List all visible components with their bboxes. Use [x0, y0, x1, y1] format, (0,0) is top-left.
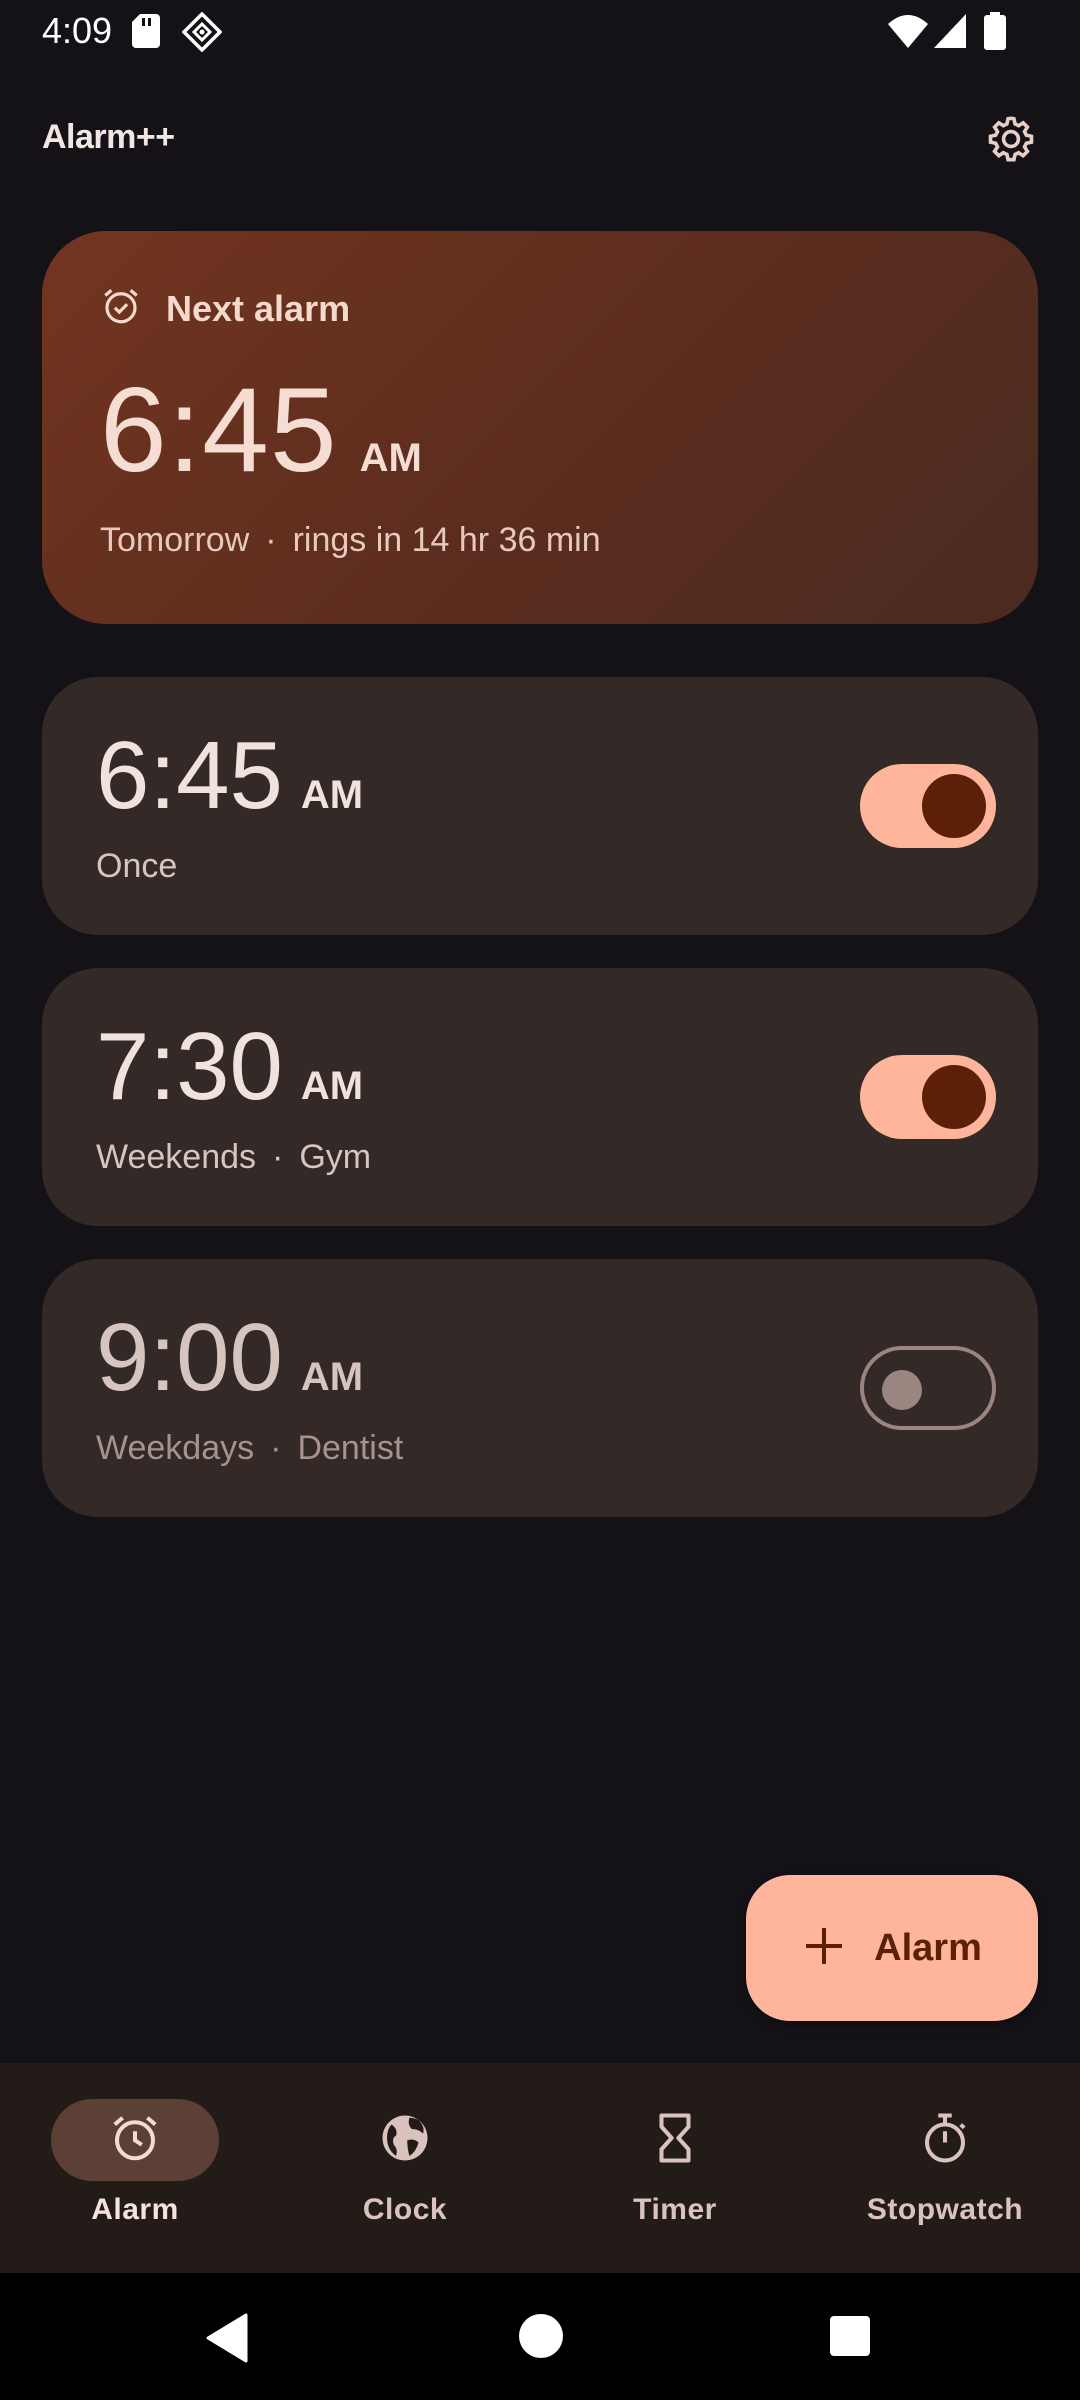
- next-alarm-time: 6:45 AM: [100, 361, 422, 499]
- next-alarm-rings-in: rings in 14 hr 36 min: [292, 521, 601, 559]
- nav-icon-container: [591, 2099, 759, 2181]
- settings-button[interactable]: [976, 106, 1046, 176]
- home-icon[interactable]: [518, 2313, 564, 2364]
- alarm-ampm: AM: [300, 1064, 364, 1108]
- stopwatch-icon: [918, 2111, 972, 2170]
- alarm-check-icon: [100, 285, 142, 332]
- nav-icon-container: [51, 2099, 219, 2181]
- alarm-time-value: 6:45: [96, 722, 283, 829]
- alarm-subtitle: Weekends · Gym: [96, 1138, 371, 1177]
- alarm-time: 9:00 AM: [96, 1303, 363, 1413]
- app-bar: Alarm++: [0, 100, 1080, 180]
- sd-card-icon: [132, 14, 160, 53]
- diamond-app-icon: [181, 11, 223, 57]
- separator-dot: ·: [265, 521, 277, 559]
- next-alarm-subtitle: Tomorrow · rings in 14 hr 36 min: [100, 521, 601, 560]
- next-alarm-header: Next alarm: [100, 285, 350, 332]
- recents-icon[interactable]: [829, 2315, 871, 2362]
- hourglass-icon: [648, 2111, 702, 2170]
- alarm-time: 6:45 AM: [96, 721, 363, 831]
- next-alarm-time-value: 6:45: [100, 363, 338, 497]
- plus-icon: [802, 1924, 846, 1973]
- add-alarm-label: Alarm: [874, 1926, 982, 1969]
- next-alarm-label: Next alarm: [166, 287, 351, 329]
- next-alarm-day: Tomorrow: [100, 521, 250, 559]
- alarm-repeat: Weekdays: [96, 1429, 255, 1467]
- system-navigation-bar: [0, 2273, 1080, 2400]
- alarm-label: Dentist: [297, 1429, 404, 1467]
- alarm-time: 7:30 AM: [96, 1012, 363, 1122]
- alarm-repeat: Weekends: [96, 1138, 257, 1176]
- status-time: 4:09: [42, 10, 113, 51]
- toggle-knob: [922, 774, 986, 838]
- nav-label: Timer: [633, 2193, 717, 2226]
- alarm-card[interactable]: 7:30 AM Weekends · Gym: [42, 968, 1038, 1226]
- separator-dot: ·: [270, 1429, 282, 1467]
- alarm-ampm: AM: [300, 773, 364, 817]
- signal-icon: [934, 14, 966, 53]
- alarm-time-value: 7:30: [96, 1013, 283, 1120]
- nav-icon-container: [861, 2099, 1029, 2181]
- alarm-repeat: Once: [96, 847, 178, 885]
- next-alarm-ampm: AM: [359, 436, 422, 480]
- next-alarm-card[interactable]: Next alarm 6:45 AM Tomorrow · rings in 14 …: [42, 231, 1038, 624]
- alarm-time-value: 9:00: [96, 1304, 283, 1411]
- separator-dot: ·: [272, 1138, 284, 1176]
- alarm-toggle[interactable]: [860, 1346, 996, 1430]
- alarm-label: Gym: [299, 1138, 372, 1176]
- alarm-clock-icon: [108, 2111, 162, 2170]
- nav-item-stopwatch[interactable]: Stopwatch: [810, 2099, 1080, 2227]
- alarm-subtitle: Weekdays · Dentist: [96, 1429, 403, 1468]
- alarm-card[interactable]: 9:00 AM Weekdays · Dentist: [42, 1259, 1038, 1517]
- alarm-card[interactable]: 6:45 AM Once: [42, 677, 1038, 935]
- add-alarm-button[interactable]: Alarm: [746, 1875, 1038, 2021]
- wifi-icon: [888, 14, 928, 53]
- nav-item-timer[interactable]: Timer: [540, 2099, 810, 2227]
- globe-icon: [378, 2111, 432, 2170]
- nav-label: Alarm: [91, 2193, 179, 2226]
- bottom-navigation: Alarm Clock Timer Stopwatch: [0, 2063, 1080, 2273]
- alarm-ampm: AM: [300, 1355, 364, 1399]
- alarm-toggle[interactable]: [860, 1055, 996, 1139]
- status-bar: 4:09: [0, 0, 1080, 64]
- nav-label: Stopwatch: [866, 2193, 1024, 2226]
- toggle-knob: [882, 1370, 922, 1410]
- nav-label: Clock: [362, 2193, 448, 2226]
- nav-icon-container: [321, 2099, 489, 2181]
- toggle-knob: [922, 1065, 986, 1129]
- back-icon[interactable]: [204, 2313, 250, 2368]
- alarm-subtitle: Once: [96, 847, 177, 886]
- battery-icon: [984, 12, 1006, 55]
- app-title: Alarm++: [42, 118, 175, 156]
- nav-item-alarm[interactable]: Alarm: [0, 2099, 270, 2227]
- gear-icon: [984, 112, 1038, 171]
- alarm-toggle[interactable]: [860, 764, 996, 848]
- nav-item-clock[interactable]: Clock: [270, 2099, 540, 2227]
